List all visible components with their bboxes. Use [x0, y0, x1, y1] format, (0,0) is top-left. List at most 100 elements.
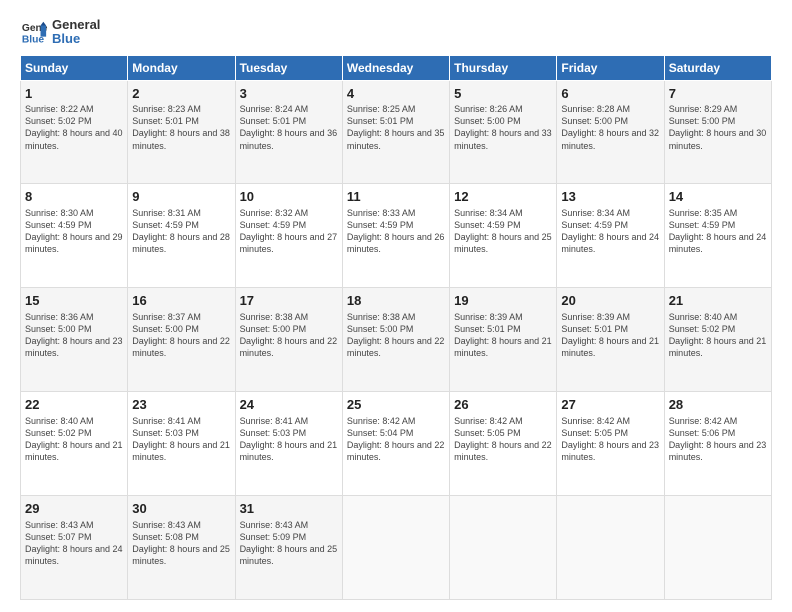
day-info: Sunrise: 8:41 AMSunset: 5:03 PMDaylight:…: [132, 415, 230, 464]
calendar-cell: [557, 496, 664, 600]
calendar-cell: 29Sunrise: 8:43 AMSunset: 5:07 PMDayligh…: [21, 496, 128, 600]
day-number: 31: [240, 500, 338, 518]
day-number: 3: [240, 85, 338, 103]
day-number: 19: [454, 292, 552, 310]
day-number: 2: [132, 85, 230, 103]
day-number: 23: [132, 396, 230, 414]
calendar-cell: 12Sunrise: 8:34 AMSunset: 4:59 PMDayligh…: [450, 184, 557, 288]
day-info: Sunrise: 8:37 AMSunset: 5:00 PMDaylight:…: [132, 311, 230, 360]
calendar-cell: 30Sunrise: 8:43 AMSunset: 5:08 PMDayligh…: [128, 496, 235, 600]
weekday-header-row: SundayMondayTuesdayWednesdayThursdayFrid…: [21, 55, 772, 80]
calendar-table: SundayMondayTuesdayWednesdayThursdayFrid…: [20, 55, 772, 600]
calendar-cell: 28Sunrise: 8:42 AMSunset: 5:06 PMDayligh…: [664, 392, 771, 496]
day-info: Sunrise: 8:23 AMSunset: 5:01 PMDaylight:…: [132, 103, 230, 152]
day-info: Sunrise: 8:42 AMSunset: 5:05 PMDaylight:…: [454, 415, 552, 464]
weekday-friday: Friday: [557, 55, 664, 80]
weekday-monday: Monday: [128, 55, 235, 80]
day-number: 30: [132, 500, 230, 518]
day-info: Sunrise: 8:43 AMSunset: 5:09 PMDaylight:…: [240, 519, 338, 568]
calendar-cell: 16Sunrise: 8:37 AMSunset: 5:00 PMDayligh…: [128, 288, 235, 392]
calendar-cell: 4Sunrise: 8:25 AMSunset: 5:01 PMDaylight…: [342, 80, 449, 184]
day-number: 21: [669, 292, 767, 310]
day-info: Sunrise: 8:40 AMSunset: 5:02 PMDaylight:…: [669, 311, 767, 360]
calendar-cell: 27Sunrise: 8:42 AMSunset: 5:05 PMDayligh…: [557, 392, 664, 496]
day-info: Sunrise: 8:42 AMSunset: 5:06 PMDaylight:…: [669, 415, 767, 464]
page: General Blue General Blue SundayMondayTu…: [0, 0, 792, 612]
calendar-cell: 14Sunrise: 8:35 AMSunset: 4:59 PMDayligh…: [664, 184, 771, 288]
calendar-cell: 22Sunrise: 8:40 AMSunset: 5:02 PMDayligh…: [21, 392, 128, 496]
calendar-cell: 5Sunrise: 8:26 AMSunset: 5:00 PMDaylight…: [450, 80, 557, 184]
weekday-thursday: Thursday: [450, 55, 557, 80]
calendar-cell: 17Sunrise: 8:38 AMSunset: 5:00 PMDayligh…: [235, 288, 342, 392]
calendar-cell: 23Sunrise: 8:41 AMSunset: 5:03 PMDayligh…: [128, 392, 235, 496]
week-row-5: 29Sunrise: 8:43 AMSunset: 5:07 PMDayligh…: [21, 496, 772, 600]
day-info: Sunrise: 8:43 AMSunset: 5:07 PMDaylight:…: [25, 519, 123, 568]
calendar-cell: 25Sunrise: 8:42 AMSunset: 5:04 PMDayligh…: [342, 392, 449, 496]
calendar-cell: 8Sunrise: 8:30 AMSunset: 4:59 PMDaylight…: [21, 184, 128, 288]
calendar-cell: [450, 496, 557, 600]
weekday-sunday: Sunday: [21, 55, 128, 80]
day-number: 20: [561, 292, 659, 310]
day-number: 11: [347, 188, 445, 206]
calendar-cell: 7Sunrise: 8:29 AMSunset: 5:00 PMDaylight…: [664, 80, 771, 184]
day-number: 5: [454, 85, 552, 103]
calendar-cell: 11Sunrise: 8:33 AMSunset: 4:59 PMDayligh…: [342, 184, 449, 288]
calendar-cell: 20Sunrise: 8:39 AMSunset: 5:01 PMDayligh…: [557, 288, 664, 392]
logo-text: General Blue: [52, 18, 100, 47]
day-info: Sunrise: 8:36 AMSunset: 5:00 PMDaylight:…: [25, 311, 123, 360]
day-info: Sunrise: 8:34 AMSunset: 4:59 PMDaylight:…: [454, 207, 552, 256]
day-number: 14: [669, 188, 767, 206]
calendar-cell: 18Sunrise: 8:38 AMSunset: 5:00 PMDayligh…: [342, 288, 449, 392]
weekday-saturday: Saturday: [664, 55, 771, 80]
day-info: Sunrise: 8:43 AMSunset: 5:08 PMDaylight:…: [132, 519, 230, 568]
day-info: Sunrise: 8:29 AMSunset: 5:00 PMDaylight:…: [669, 103, 767, 152]
day-number: 10: [240, 188, 338, 206]
day-info: Sunrise: 8:33 AMSunset: 4:59 PMDaylight:…: [347, 207, 445, 256]
calendar-cell: 26Sunrise: 8:42 AMSunset: 5:05 PMDayligh…: [450, 392, 557, 496]
week-row-1: 1Sunrise: 8:22 AMSunset: 5:02 PMDaylight…: [21, 80, 772, 184]
day-info: Sunrise: 8:34 AMSunset: 4:59 PMDaylight:…: [561, 207, 659, 256]
week-row-4: 22Sunrise: 8:40 AMSunset: 5:02 PMDayligh…: [21, 392, 772, 496]
day-number: 24: [240, 396, 338, 414]
day-number: 17: [240, 292, 338, 310]
day-number: 7: [669, 85, 767, 103]
day-number: 29: [25, 500, 123, 518]
calendar-cell: 24Sunrise: 8:41 AMSunset: 5:03 PMDayligh…: [235, 392, 342, 496]
header: General Blue General Blue: [20, 18, 772, 47]
day-number: 4: [347, 85, 445, 103]
weekday-tuesday: Tuesday: [235, 55, 342, 80]
calendar-cell: [342, 496, 449, 600]
day-number: 13: [561, 188, 659, 206]
day-number: 12: [454, 188, 552, 206]
day-info: Sunrise: 8:26 AMSunset: 5:00 PMDaylight:…: [454, 103, 552, 152]
day-number: 8: [25, 188, 123, 206]
day-number: 1: [25, 85, 123, 103]
logo-icon: General Blue: [20, 18, 48, 46]
logo: General Blue General Blue: [20, 18, 100, 47]
calendar-cell: 9Sunrise: 8:31 AMSunset: 4:59 PMDaylight…: [128, 184, 235, 288]
week-row-2: 8Sunrise: 8:30 AMSunset: 4:59 PMDaylight…: [21, 184, 772, 288]
day-info: Sunrise: 8:32 AMSunset: 4:59 PMDaylight:…: [240, 207, 338, 256]
day-info: Sunrise: 8:38 AMSunset: 5:00 PMDaylight:…: [347, 311, 445, 360]
day-info: Sunrise: 8:39 AMSunset: 5:01 PMDaylight:…: [561, 311, 659, 360]
calendar-cell: 31Sunrise: 8:43 AMSunset: 5:09 PMDayligh…: [235, 496, 342, 600]
day-info: Sunrise: 8:41 AMSunset: 5:03 PMDaylight:…: [240, 415, 338, 464]
day-number: 9: [132, 188, 230, 206]
day-info: Sunrise: 8:30 AMSunset: 4:59 PMDaylight:…: [25, 207, 123, 256]
day-info: Sunrise: 8:39 AMSunset: 5:01 PMDaylight:…: [454, 311, 552, 360]
day-number: 15: [25, 292, 123, 310]
calendar-cell: 19Sunrise: 8:39 AMSunset: 5:01 PMDayligh…: [450, 288, 557, 392]
day-info: Sunrise: 8:35 AMSunset: 4:59 PMDaylight:…: [669, 207, 767, 256]
calendar-cell: [664, 496, 771, 600]
calendar-cell: 1Sunrise: 8:22 AMSunset: 5:02 PMDaylight…: [21, 80, 128, 184]
day-number: 25: [347, 396, 445, 414]
calendar-cell: 10Sunrise: 8:32 AMSunset: 4:59 PMDayligh…: [235, 184, 342, 288]
day-number: 6: [561, 85, 659, 103]
day-info: Sunrise: 8:42 AMSunset: 5:04 PMDaylight:…: [347, 415, 445, 464]
day-number: 16: [132, 292, 230, 310]
day-number: 26: [454, 396, 552, 414]
day-number: 22: [25, 396, 123, 414]
day-info: Sunrise: 8:40 AMSunset: 5:02 PMDaylight:…: [25, 415, 123, 464]
day-number: 28: [669, 396, 767, 414]
calendar-cell: 15Sunrise: 8:36 AMSunset: 5:00 PMDayligh…: [21, 288, 128, 392]
